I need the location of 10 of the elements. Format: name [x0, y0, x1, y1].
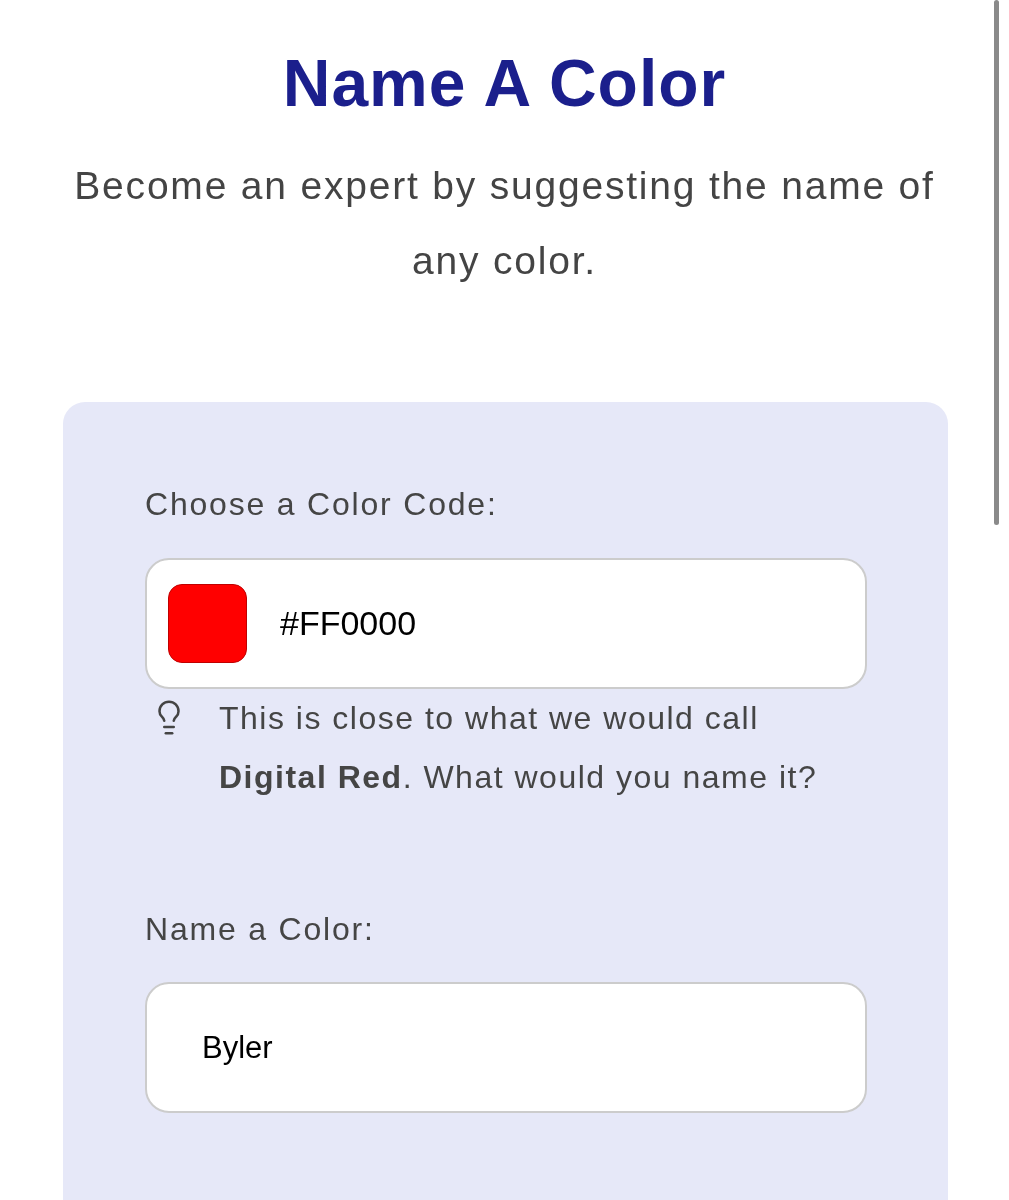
color-swatch[interactable]: [168, 584, 247, 663]
color-code-input[interactable]: #FF0000: [280, 598, 580, 649]
scrollbar-thumb[interactable]: [994, 0, 999, 525]
page-title: Name A Color: [282, 45, 727, 122]
page-subtitle: Become an expert by suggesting the name of any color.: [73, 163, 936, 284]
color-name-label: Name a Color:: [145, 910, 376, 949]
color-hint-text: This is close to what we would call Digital Red. What would you name it?: [219, 699, 819, 797]
color-code-field[interactable]: #FF0000: [145, 558, 867, 689]
color-name-field[interactable]: Byler: [145, 982, 867, 1113]
color-code-label: Choose a Color Code:: [145, 485, 499, 524]
